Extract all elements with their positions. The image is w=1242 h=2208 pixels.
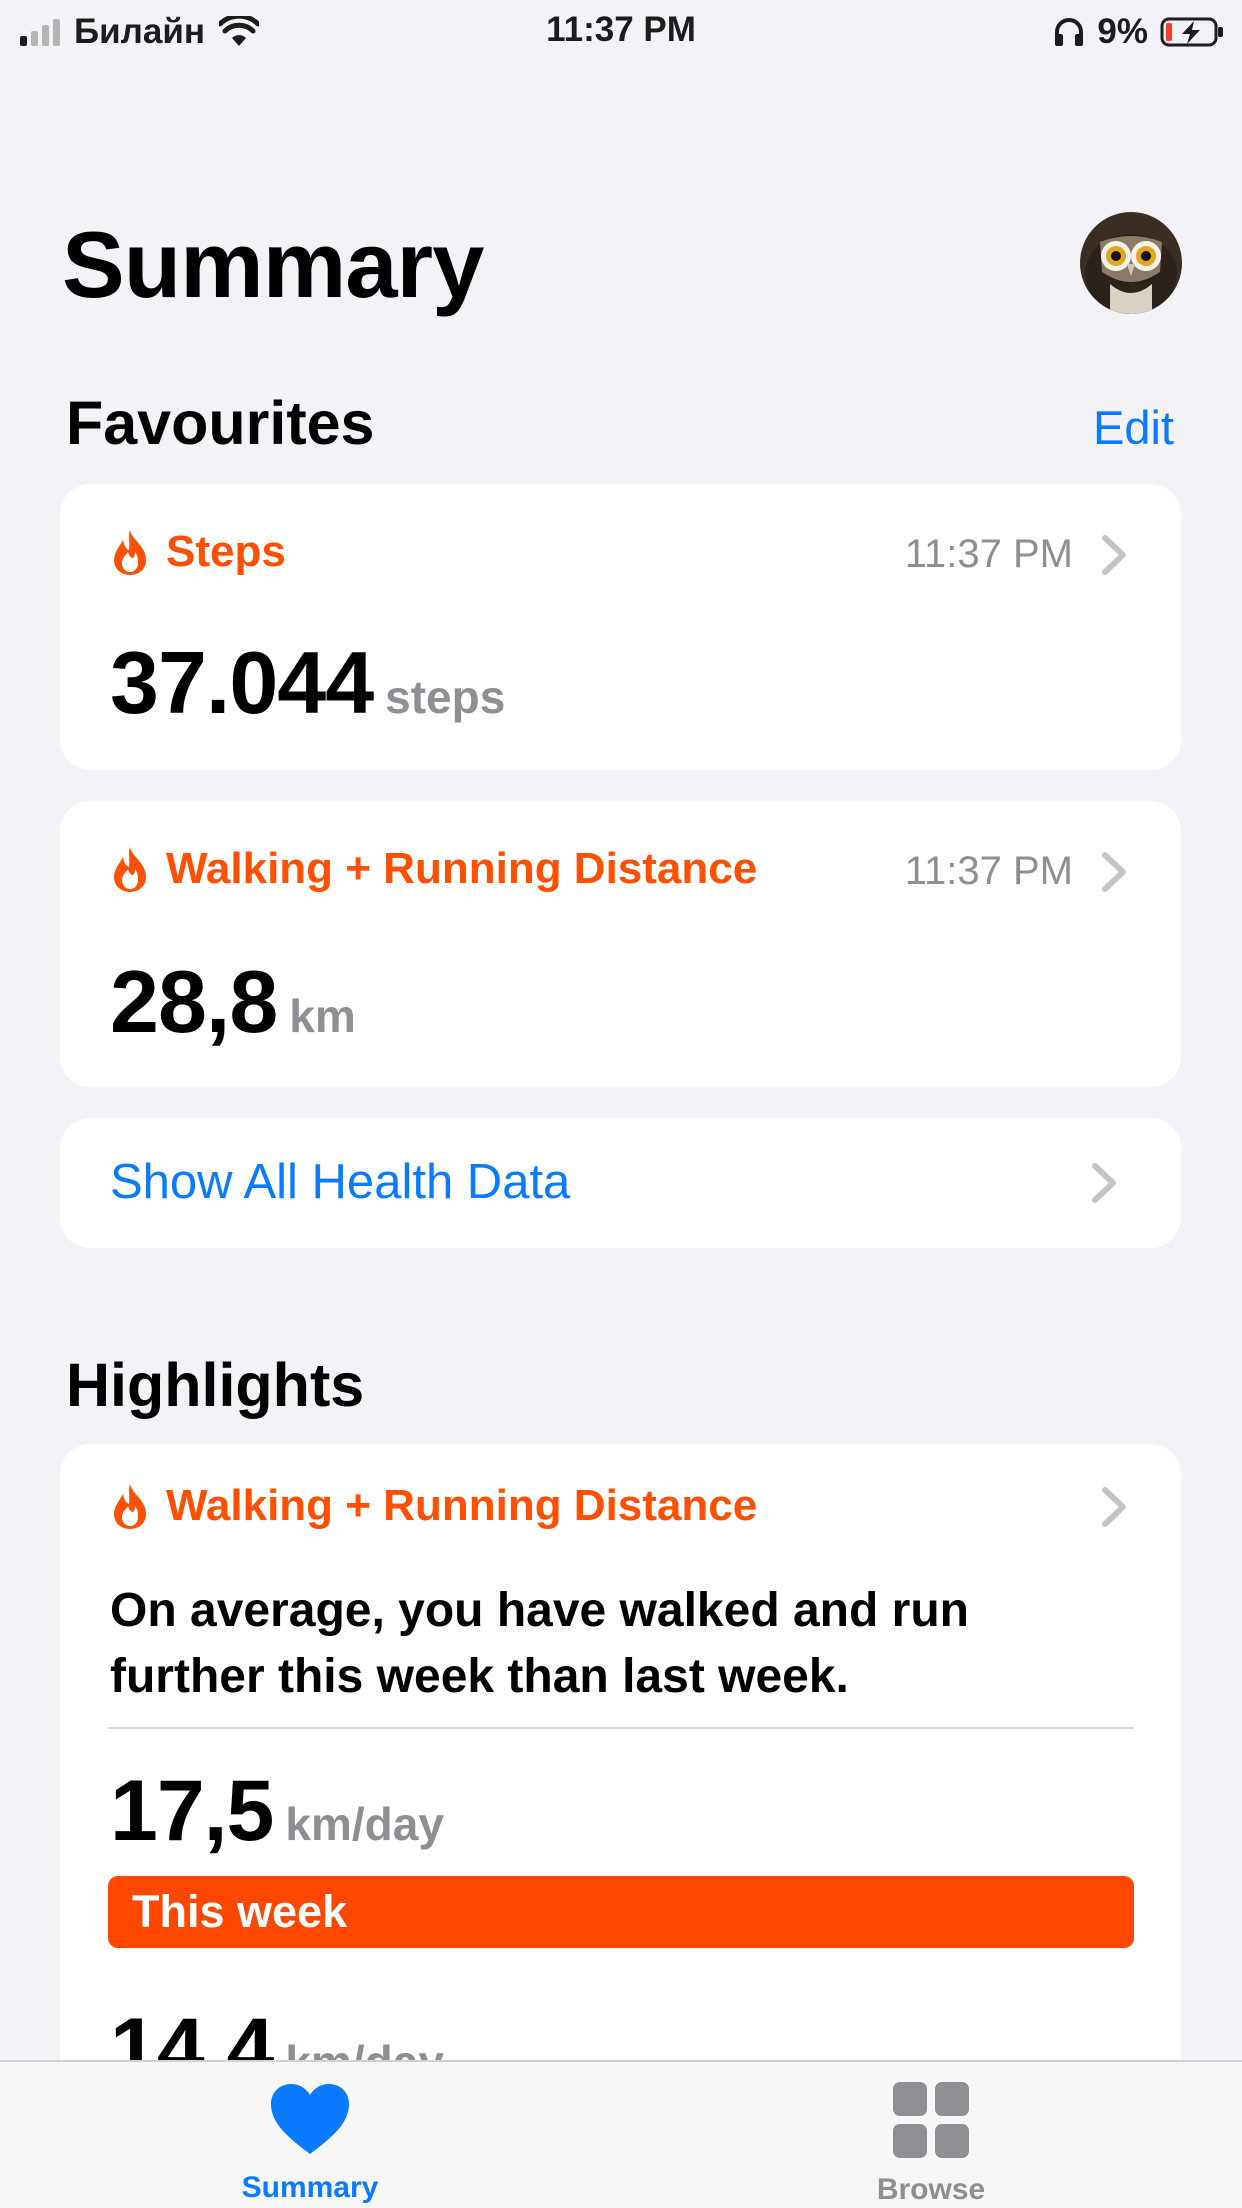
this-week-value: 17,5 km/day	[110, 1762, 444, 1861]
show-all-label: Show All Health Data	[110, 1155, 571, 1209]
highlights-title: Highlights	[66, 1351, 365, 1419]
value-number: 37.044	[110, 633, 374, 732]
highlight-description: On average, you have walked and run furt…	[110, 1584, 969, 1703]
steps-card[interactable]: Steps 11:37 PM 37.044 steps	[60, 484, 1181, 770]
chevron-right-icon	[1102, 1487, 1126, 1527]
headphones-icon	[1055, 18, 1084, 46]
card-header: Steps	[112, 522, 286, 582]
edit-favourites-button[interactable]: Edit	[1093, 398, 1174, 458]
favourites-title: Favourites	[66, 389, 375, 457]
value-unit: km	[289, 990, 356, 1042]
card-timestamp: 11:37 PM	[904, 849, 1073, 893]
status-right: 9%	[1053, 12, 1224, 52]
card-timestamp: 11:37 PM	[904, 532, 1073, 576]
show-all-health-data-button[interactable]: Show All Health Data	[60, 1118, 1181, 1248]
profile-avatar[interactable]	[1080, 212, 1182, 314]
card-header: Walking + Running Distance	[112, 1476, 757, 1536]
grid-icon	[893, 2082, 969, 2158]
heart-icon	[271, 2084, 349, 2154]
card-value: 28,8 km	[110, 951, 356, 1053]
card-value: 37.044 steps	[110, 632, 505, 734]
card-label: Walking + Running Distance	[166, 844, 758, 893]
battery-percent: 9%	[1097, 12, 1148, 51]
flame-icon	[114, 530, 146, 575]
value-unit: steps	[385, 671, 506, 723]
chevron-right-icon	[1102, 535, 1126, 575]
tab-browse[interactable]: Browse	[811, 2082, 1051, 2207]
flame-icon	[114, 1484, 146, 1529]
divider	[108, 1727, 1134, 1729]
distance-card[interactable]: Walking + Running Distance 11:37 PM 28,8…	[60, 801, 1181, 1087]
tab-bar: Summary Browse	[0, 2060, 1242, 2208]
highlight-card[interactable]: Walking + Running Distance On average, y…	[60, 1444, 1181, 2164]
status-bar: Билайн 11:37 PM 9%	[0, 0, 1242, 62]
tab-summary[interactable]: Summary	[190, 2082, 430, 2205]
value-number: 17,5	[110, 1763, 274, 1859]
tab-label: Browse	[876, 2173, 986, 2206]
tab-label: Summary	[241, 2171, 379, 2204]
chevron-right-icon	[1102, 852, 1126, 892]
value-unit: km/day	[285, 1798, 444, 1850]
chevron-right-icon	[1092, 1163, 1116, 1203]
this-week-bar: This week	[108, 1876, 1134, 1948]
owl-avatar-icon	[1080, 212, 1182, 314]
flame-icon	[114, 847, 146, 892]
this-week-label: This week	[132, 1886, 348, 1937]
card-header: Walking + Running Distance	[112, 839, 757, 899]
card-label: Walking + Running Distance	[166, 1481, 758, 1530]
page-title: Summary	[62, 212, 484, 317]
card-label: Steps	[166, 527, 286, 576]
battery-charging-icon	[1160, 17, 1223, 47]
value-number: 28,8	[110, 952, 278, 1051]
